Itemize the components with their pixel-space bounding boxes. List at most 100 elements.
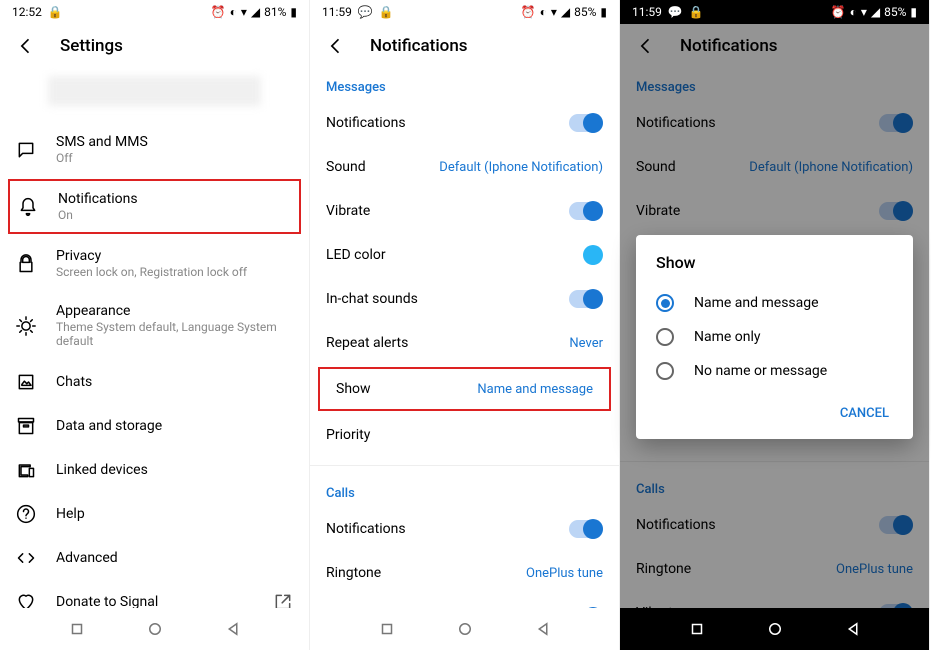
nav-back-icon[interactable]	[844, 620, 862, 638]
battery-icon: ▮	[290, 5, 297, 19]
settings-item-linked-devices[interactable]: Linked devices	[0, 448, 309, 492]
row-show[interactable]: ShowName and message	[318, 367, 611, 411]
row-value: OnePlus tune	[526, 566, 603, 581]
row-sound[interactable]: Sound Default (Iphone Notification)	[310, 145, 619, 189]
msg-icon: 💬	[358, 5, 373, 19]
settings-item-data-and-storage[interactable]: Data and storage	[0, 404, 309, 448]
settings-list: SMS and MMS Off Notifications On Privacy…	[0, 68, 309, 608]
radio-option-1[interactable]: Name only	[656, 320, 893, 354]
heart-icon	[16, 592, 36, 608]
page-title: Notifications	[370, 36, 468, 56]
status-bar: 12:52 🔒 ⏰ ◐ ▾ ◢ 81% ▮	[0, 0, 309, 24]
toggle[interactable]	[569, 520, 603, 538]
external-icon	[273, 592, 293, 608]
row-repeat-alerts[interactable]: Repeat alertsNever	[310, 321, 619, 365]
row-label: Priority	[326, 427, 370, 443]
status-time: 11:59	[632, 5, 662, 19]
account-blurred	[48, 76, 261, 106]
settings-item-privacy[interactable]: Privacy Screen lock on, Registration loc…	[0, 236, 309, 291]
row-label: Repeat alerts	[326, 335, 408, 351]
nav-home-icon[interactable]	[766, 620, 784, 638]
header: Notifications	[310, 24, 619, 68]
row-notifications[interactable]: Notifications	[310, 101, 619, 145]
row-in-chat-sounds[interactable]: In-chat sounds	[310, 277, 619, 321]
lock-icon: 🔒	[379, 5, 394, 19]
nav-back-icon[interactable]	[224, 620, 242, 638]
item-label: Chats	[56, 374, 293, 390]
toggle[interactable]	[569, 290, 603, 308]
show-dialog: Show Name and message Name only No name …	[636, 235, 913, 439]
settings-item-sms-and-mms[interactable]: SMS and MMS Off	[0, 122, 309, 177]
radio-icon	[656, 294, 674, 312]
section-header-messages: Messages	[310, 68, 619, 101]
row-value: Default (Iphone Notification)	[439, 160, 603, 175]
phone-notifications: 11:59 💬 🔒 ⏰ ◐ ▾ ◢ 85% ▮ Notifications Me…	[310, 0, 620, 650]
row-ringtone[interactable]: Ringtone OnePlus tune	[310, 551, 619, 595]
section-header-calls: Calls	[310, 474, 619, 507]
toggle[interactable]	[569, 202, 603, 220]
row-label: LED color	[326, 247, 386, 263]
battery-text: 85%	[574, 5, 596, 19]
row-label: Sound	[326, 159, 366, 175]
dnd-icon: ◐	[850, 5, 857, 19]
radio-icon	[656, 362, 674, 380]
nav-home-icon[interactable]	[146, 620, 164, 638]
nav-recent-icon[interactable]	[68, 620, 86, 638]
settings-item-help[interactable]: Help	[0, 492, 309, 536]
settings-item-notifications[interactable]: Notifications On	[8, 179, 301, 234]
nav-bar	[310, 608, 619, 650]
row-label: Vibrate	[326, 203, 370, 219]
nav-recent-icon[interactable]	[378, 620, 396, 638]
help-icon	[16, 504, 36, 524]
settings-item-advanced[interactable]: Advanced	[0, 536, 309, 580]
wifi-icon: ▾	[241, 5, 247, 19]
row-vibrate[interactable]: Vibrate	[310, 189, 619, 233]
item-label: Help	[56, 506, 293, 522]
phone-dialog: 11:59 💬 🔒 ⏰ ◐ ▾ ◢ 85% ▮ Notifications Me…	[620, 0, 930, 650]
item-sub: Screen lock on, Registration lock off	[56, 265, 293, 279]
notification-settings: Messages Notifications Sound Default (Iph…	[310, 68, 619, 608]
row-label: In-chat sounds	[326, 291, 418, 307]
alarm-icon: ⏰	[521, 5, 536, 19]
signal-icon: ◢	[561, 5, 570, 19]
radio-label: Name and message	[694, 295, 819, 311]
settings-item-chats[interactable]: Chats	[0, 360, 309, 404]
item-label: Donate to Signal	[56, 594, 253, 608]
row-label: Ringtone	[326, 565, 381, 581]
row-notifications[interactable]: Notifications	[310, 507, 619, 551]
nav-home-icon[interactable]	[456, 620, 474, 638]
row-vibrate[interactable]: Vibrate	[310, 595, 619, 608]
item-label: Linked devices	[56, 462, 293, 478]
back-icon[interactable]	[326, 36, 346, 56]
row-priority[interactable]: Priority	[310, 413, 619, 457]
dnd-icon: ◐	[230, 5, 237, 19]
archive-icon	[16, 416, 36, 436]
settings-item-appearance[interactable]: Appearance Theme System default, Languag…	[0, 291, 309, 360]
led-indicator	[583, 245, 603, 265]
nav-bar	[620, 608, 929, 650]
battery-icon: ▮	[600, 5, 607, 19]
nav-back-icon[interactable]	[534, 620, 552, 638]
cancel-button[interactable]: CANCEL	[836, 398, 893, 429]
row-led-color[interactable]: LED color	[310, 233, 619, 277]
header: Settings	[0, 24, 309, 68]
brightness-icon	[16, 316, 36, 336]
radio-option-0[interactable]: Name and message	[656, 286, 893, 320]
back-icon[interactable]	[16, 36, 36, 56]
radio-option-2[interactable]: No name or message	[656, 354, 893, 388]
settings-item-donate-to-signal[interactable]: Donate to Signal	[0, 580, 309, 608]
lock-icon: 🔒	[48, 5, 63, 19]
battery-text: 81%	[264, 5, 286, 19]
lock-icon	[16, 254, 36, 274]
status-time: 11:59	[322, 5, 352, 19]
dialog-title: Show	[656, 253, 893, 272]
msg-icon: 💬	[668, 5, 683, 19]
phone-settings: 12:52 🔒 ⏰ ◐ ▾ ◢ 81% ▮ Settings SMS and M…	[0, 0, 310, 650]
toggle[interactable]	[569, 114, 603, 132]
item-label: Data and storage	[56, 418, 293, 434]
divider	[310, 465, 619, 466]
nav-recent-icon[interactable]	[688, 620, 706, 638]
page-title: Settings	[60, 36, 123, 56]
item-label: Notifications	[58, 191, 291, 207]
item-label: Appearance	[56, 303, 293, 319]
